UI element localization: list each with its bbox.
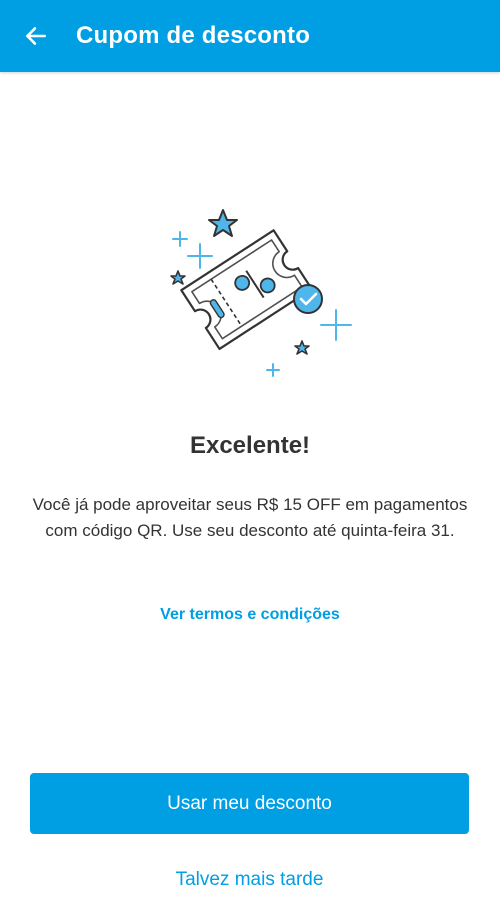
back-button[interactable] (0, 0, 72, 72)
use-discount-button[interactable]: Usar meu desconto (30, 773, 469, 834)
page-title: Cupom de desconto (76, 22, 311, 49)
success-headline: Excelente! (189, 432, 311, 459)
terms-link[interactable]: Ver termos e condições (0, 606, 500, 624)
app-bar: Cupom de desconto (0, 0, 500, 72)
maybe-later-button[interactable]: Talvez mais tarde (30, 858, 469, 902)
discount-coupon-ticket-icon (170, 209, 352, 377)
arrow-left-icon (26, 27, 46, 45)
discount-description: Você já pode aproveitar seus R$ 15 OFF e… (32, 495, 468, 540)
discount-coupon-illustration (150, 198, 360, 388)
